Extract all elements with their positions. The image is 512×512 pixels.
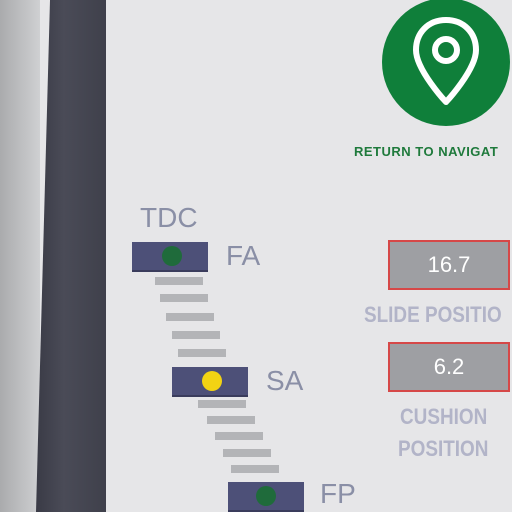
fa-label: FA (226, 240, 261, 271)
step-bar (231, 465, 279, 473)
step-bar (166, 313, 214, 321)
fa-status-dot (162, 246, 182, 266)
fp-label: FP (320, 478, 356, 509)
vertical-rail (36, 0, 106, 512)
step-bar (178, 349, 226, 357)
fp-status-dot (256, 486, 276, 506)
fa-indicator (132, 242, 208, 272)
step-bar (160, 294, 208, 302)
cushion-label-line2: POSITION (398, 436, 489, 461)
sa-indicator (172, 367, 248, 397)
location-pin-icon (413, 17, 479, 105)
sa-status-dot (202, 371, 222, 391)
cushion-position-value[interactable]: 6.2 (388, 342, 510, 392)
step-bar (155, 277, 203, 285)
cushion-label-line1: CUSHION (400, 404, 488, 429)
step-bar (198, 400, 246, 408)
tdc-label: TDC (140, 202, 198, 233)
return-to-navigation-label: RETURN TO NAVIGAT (354, 144, 499, 159)
nav-circle (382, 0, 510, 126)
slide-position-label: SLIDE POSITIO (364, 302, 502, 327)
left-panel-edge (0, 0, 40, 512)
step-bar (223, 449, 271, 457)
step-bar (172, 331, 220, 339)
fp-indicator (228, 482, 304, 512)
slide-position-value[interactable]: 16.7 (388, 240, 510, 290)
return-to-navigation-button[interactable]: RETURN TO NAVIGAT (354, 0, 512, 170)
step-bar (207, 416, 255, 424)
sa-label: SA (266, 365, 304, 396)
step-bar (215, 432, 263, 440)
